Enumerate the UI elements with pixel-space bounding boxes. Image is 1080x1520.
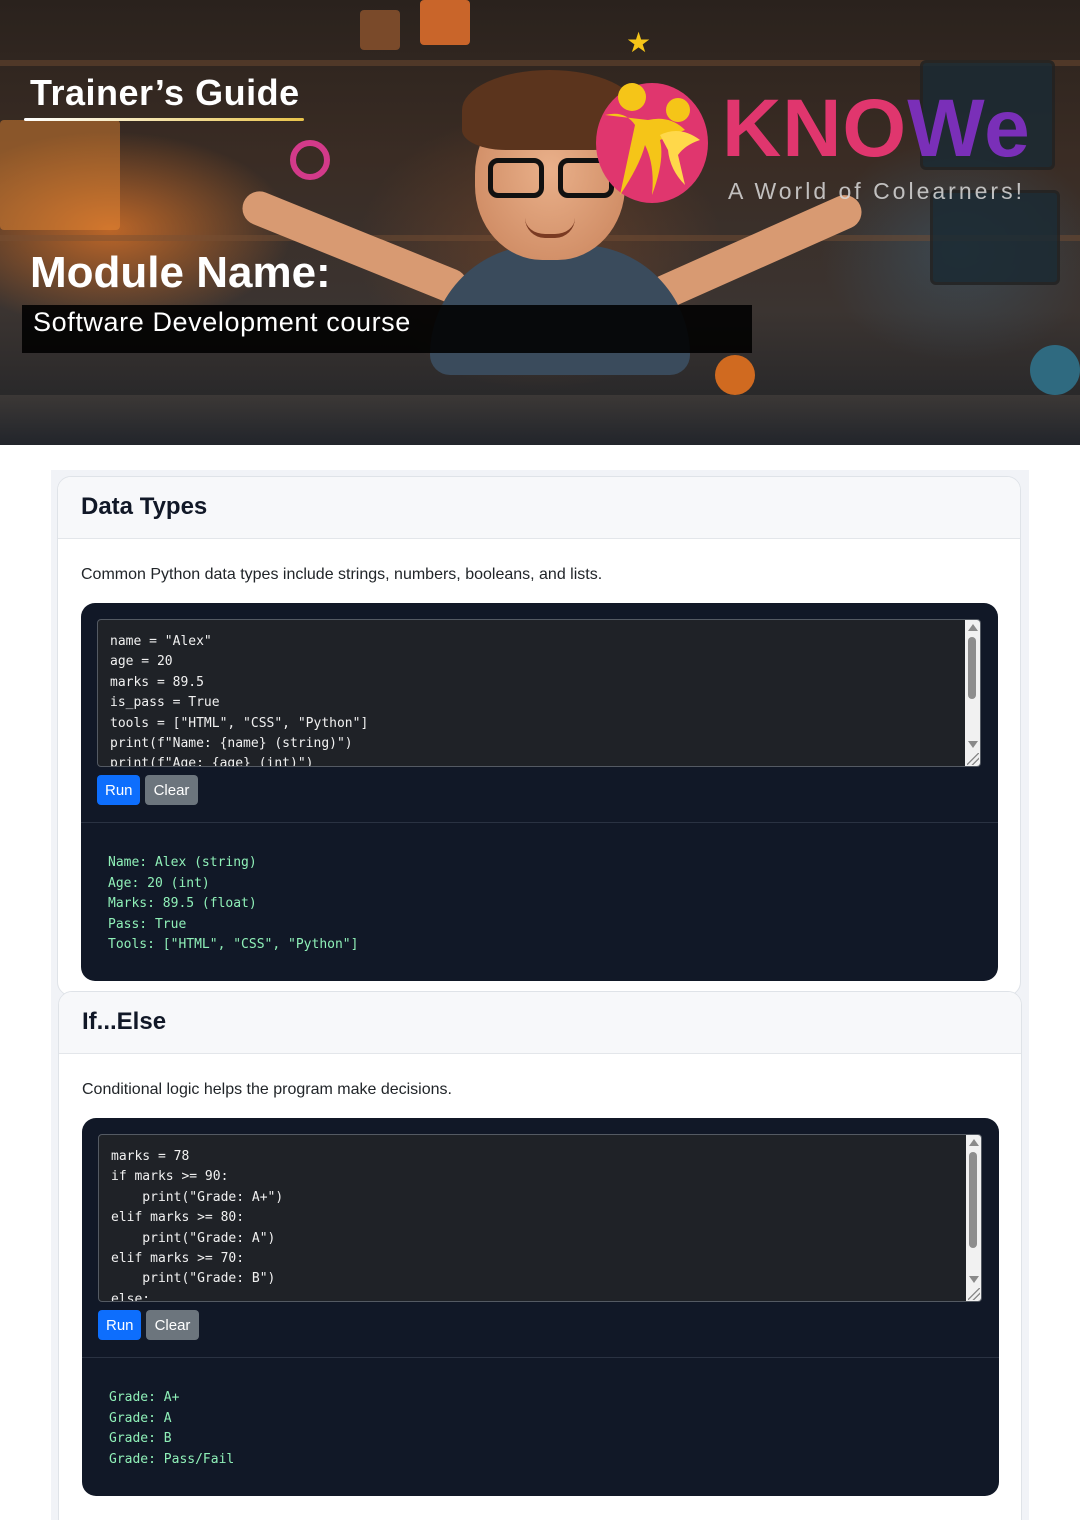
resize-grip-icon[interactable] bbox=[968, 1288, 980, 1300]
output-divider bbox=[81, 822, 998, 823]
scroll-up-icon[interactable] bbox=[968, 624, 978, 631]
knowe-logo-emblem bbox=[596, 83, 708, 203]
scroll-thumb[interactable] bbox=[969, 1152, 977, 1248]
section-card-if-else: If...Else Conditional logic helps the pr… bbox=[58, 991, 1022, 1520]
clear-button[interactable]: Clear bbox=[146, 1310, 199, 1340]
code-output: Grade: A+ Grade: A Grade: B Grade: Pass/… bbox=[109, 1390, 235, 1467]
section-description: Common Python data types include strings… bbox=[81, 566, 603, 583]
section-description: Conditional logic helps the program make… bbox=[82, 1081, 452, 1098]
background-decor bbox=[360, 10, 400, 50]
section-header: Data Types bbox=[58, 477, 1020, 539]
background-decor bbox=[1030, 345, 1080, 395]
background-decor bbox=[290, 140, 330, 180]
code-editor[interactable]: marks = 78 if marks >= 90: print("Grade:… bbox=[98, 1134, 982, 1302]
section-header: If...Else bbox=[59, 992, 1021, 1054]
scroll-down-icon[interactable] bbox=[969, 1276, 979, 1283]
code-editor-scrollbar[interactable] bbox=[965, 620, 980, 766]
clear-button[interactable]: Clear bbox=[145, 775, 198, 805]
guide-title: Trainer’s Guide bbox=[30, 72, 300, 113]
desk bbox=[0, 395, 1080, 445]
scroll-down-icon[interactable] bbox=[968, 741, 978, 748]
run-button[interactable]: Run bbox=[98, 1310, 141, 1340]
module-label: Module Name: bbox=[30, 248, 331, 297]
scroll-up-icon[interactable] bbox=[969, 1139, 979, 1146]
module-name: Software Development course bbox=[33, 307, 411, 337]
logo-tagline: A World of Colearners! bbox=[728, 178, 1025, 204]
code-output: Name: Alex (string) Age: 20 (int) Marks:… bbox=[108, 855, 359, 952]
code-editor-text[interactable]: marks = 78 if marks >= 90: print("Grade:… bbox=[111, 1147, 283, 1301]
resize-grip-icon[interactable] bbox=[967, 753, 979, 765]
background-shelf bbox=[0, 60, 1080, 66]
code-runner-panel: marks = 78 if marks >= 90: print("Grade:… bbox=[82, 1118, 999, 1496]
character-arm bbox=[643, 189, 867, 315]
code-runner-panel: name = "Alex" age = 20 marks = 89.5 is_p… bbox=[81, 603, 998, 981]
scroll-thumb[interactable] bbox=[968, 637, 976, 699]
background-decor bbox=[0, 120, 120, 230]
run-button[interactable]: Run bbox=[97, 775, 140, 805]
code-editor-text[interactable]: name = "Alex" age = 20 marks = 89.5 is_p… bbox=[110, 632, 368, 766]
section-card-data-types: Data Types Common Python data types incl… bbox=[57, 476, 1021, 996]
guide-title-underline bbox=[24, 118, 304, 121]
background-decor bbox=[420, 0, 470, 45]
output-divider bbox=[82, 1357, 999, 1358]
background-decor bbox=[715, 355, 755, 395]
code-editor[interactable]: name = "Alex" age = 20 marks = 89.5 is_p… bbox=[97, 619, 981, 767]
knowe-logo-wordmark: KNOWe bbox=[722, 83, 1031, 174]
section-title: If...Else bbox=[82, 1008, 167, 1035]
hero-banner: Trainer’s Guide Module Name: Software De… bbox=[0, 0, 1080, 445]
section-title: Data Types bbox=[81, 493, 208, 520]
code-editor-scrollbar[interactable] bbox=[966, 1135, 981, 1301]
